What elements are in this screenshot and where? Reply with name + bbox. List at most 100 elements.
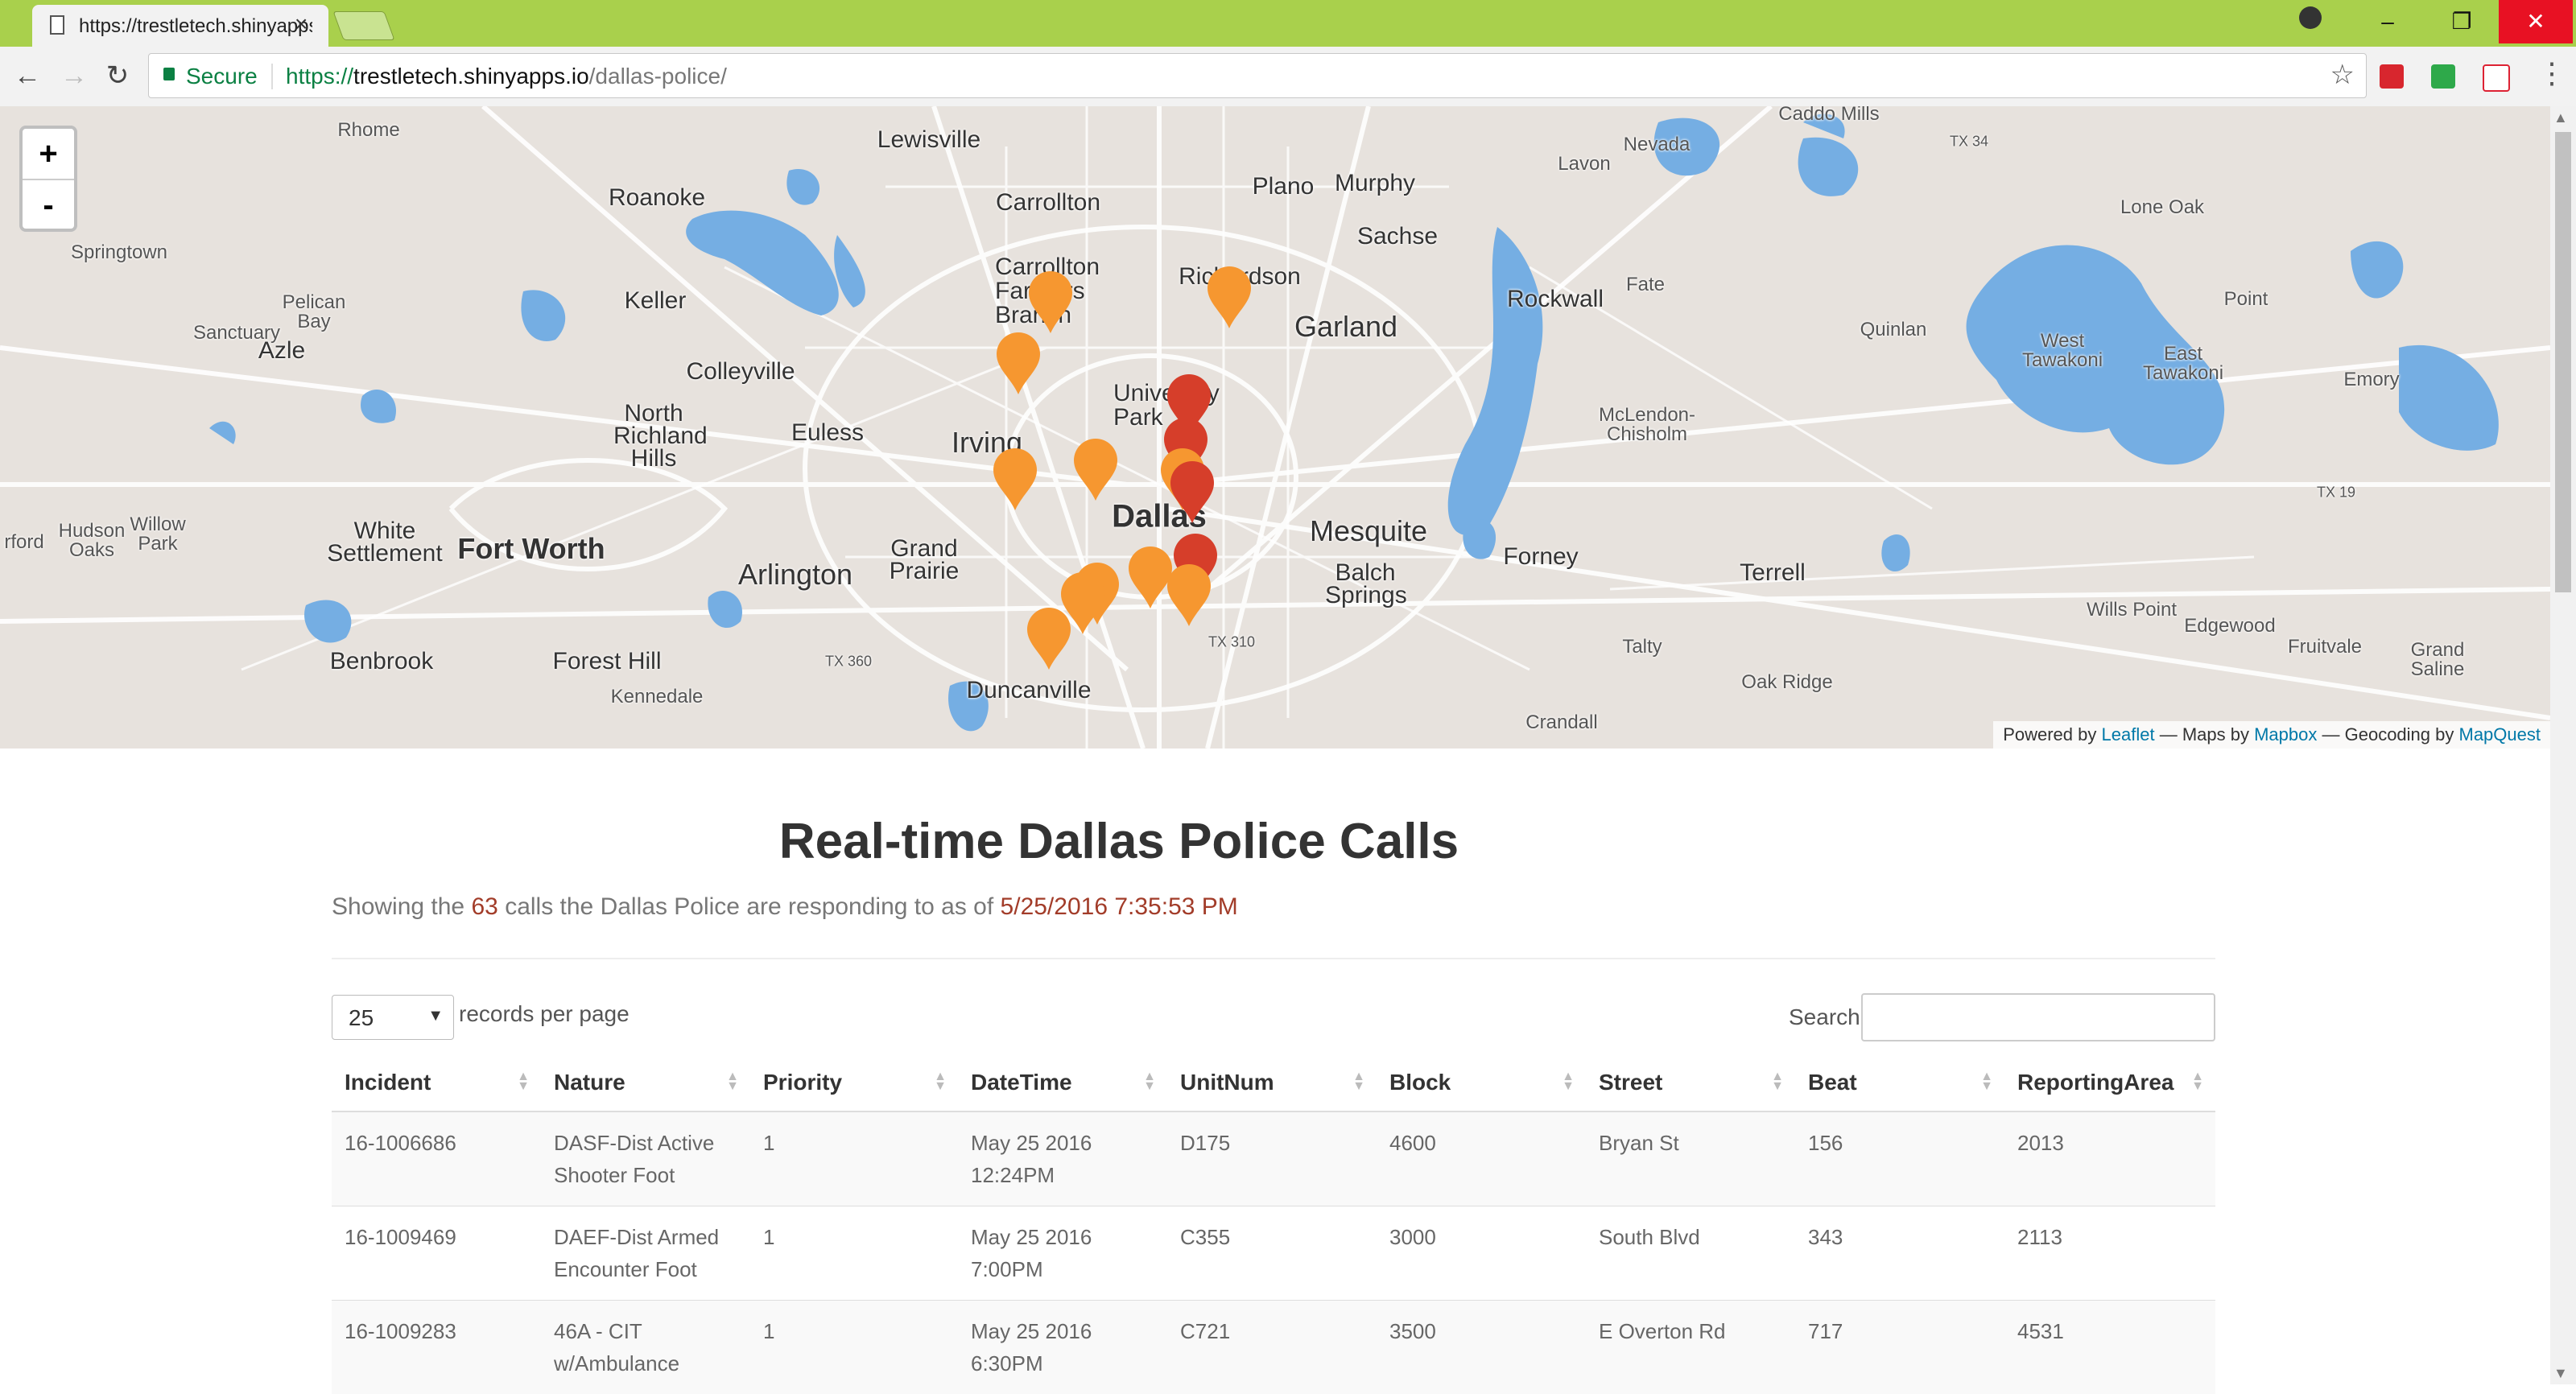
- cell-street: E Overton Rd: [1586, 1301, 1795, 1394]
- place-label: Rockwall: [1507, 286, 1604, 313]
- table-row[interactable]: 16-1009283 46A - CIT w/Ambulance 1 May 2…: [332, 1301, 2215, 1394]
- place-label: Edgewood: [2184, 615, 2275, 637]
- cell-nature: 46A - CIT w/Ambulance: [541, 1301, 750, 1394]
- search-input[interactable]: [1861, 993, 2215, 1041]
- secure-label: Secure: [186, 64, 258, 89]
- place-label: Terrell: [1740, 559, 1806, 587]
- cell-priority: 1: [750, 1206, 958, 1301]
- cell-datetime: May 25 2016 6:30PM: [958, 1301, 1167, 1394]
- map[interactable]: Rhome Lewisville Caddo Mills Nevada Lavo…: [0, 106, 2550, 749]
- place-label: Grand Prairie: [884, 538, 964, 583]
- scrollbar-thumb[interactable]: [2555, 132, 2571, 592]
- column-header-label: Block: [1389, 1070, 1451, 1095]
- subtitle-text: Showing the: [332, 893, 464, 920]
- place-label: Willow Park: [126, 515, 190, 554]
- extension-lastpass-icon[interactable]: [2380, 64, 2404, 89]
- cell-beat: 343: [1795, 1206, 2004, 1301]
- extension-pdf-icon[interactable]: [2483, 64, 2510, 92]
- call-marker-orange[interactable]: [995, 332, 1042, 396]
- browser-menu-icon[interactable]: ⋮: [2537, 56, 2566, 90]
- place-label: Fate: [1626, 274, 1665, 296]
- call-marker-red[interactable]: [1169, 460, 1216, 525]
- cell-incident: 16-1009469: [332, 1206, 541, 1301]
- reload-icon[interactable]: ↻: [100, 58, 135, 93]
- table-row[interactable]: 16-1009469 DAEF-Dist Armed Encounter Foo…: [332, 1206, 2215, 1301]
- call-marker-orange[interactable]: [1166, 563, 1212, 628]
- place-label: Carrollton: [996, 189, 1100, 217]
- column-header-block[interactable]: Block▲▼: [1377, 1054, 1586, 1111]
- page-icon: [50, 15, 64, 35]
- column-header-beat[interactable]: Beat▲▼: [1795, 1054, 2004, 1111]
- profile-icon[interactable]: [2299, 6, 2322, 29]
- column-header-incident[interactable]: Incident▲▼: [332, 1054, 541, 1111]
- column-header-label: Beat: [1808, 1070, 1857, 1095]
- zoom-out-button[interactable]: -: [23, 180, 74, 230]
- browser-tab[interactable]: https://trestletech.shinyapps.io/dallas-…: [32, 5, 328, 47]
- page-length-value: 25: [349, 1005, 374, 1030]
- call-marker-orange[interactable]: [1206, 266, 1253, 330]
- scroll-down-arrow-icon[interactable]: ▼: [2553, 1365, 2568, 1382]
- update-timestamp: 5/25/2016 7:35:53 PM: [1001, 893, 1238, 920]
- place-label: West Tawakoni: [2018, 332, 2107, 370]
- column-header-nature[interactable]: Nature▲▼: [541, 1054, 750, 1111]
- place-label: Grand Saline: [2401, 641, 2474, 679]
- place-label: Roanoke: [609, 184, 705, 212]
- page-length-select[interactable]: 25 ▼: [332, 995, 454, 1040]
- mapquest-link[interactable]: MapQuest: [2459, 724, 2541, 744]
- place-label: Hudson Oaks: [56, 522, 128, 560]
- mapbox-link[interactable]: Mapbox: [2254, 724, 2317, 744]
- minimize-button[interactable]: –: [2351, 0, 2425, 43]
- place-label: North Richland Hills: [613, 402, 694, 470]
- zoom-in-button[interactable]: +: [23, 129, 74, 180]
- url-host: trestletech.shinyapps.io: [353, 64, 589, 89]
- place-label: Plano: [1253, 173, 1315, 200]
- leaflet-link[interactable]: Leaflet: [2102, 724, 2155, 744]
- window-close-button[interactable]: ✕: [2499, 0, 2573, 43]
- cell-street: Bryan St: [1586, 1111, 1795, 1206]
- cell-nature: DAEF-Dist Armed Encounter Foot: [541, 1206, 750, 1301]
- column-header-unitnum[interactable]: UnitNum▲▼: [1167, 1054, 1377, 1111]
- scroll-up-arrow-icon[interactable]: ▲: [2553, 109, 2568, 126]
- tab-close-icon[interactable]: ×: [295, 11, 308, 37]
- extension-sheets-icon[interactable]: [2431, 64, 2455, 89]
- place-label: Oak Ridge: [1741, 671, 1832, 694]
- column-header-priority[interactable]: Priority▲▼: [750, 1054, 958, 1111]
- back-icon[interactable]: ←: [10, 58, 45, 93]
- url-text[interactable]: https://trestletech.shinyapps.io/dallas-…: [286, 64, 727, 89]
- forward-icon[interactable]: →: [56, 58, 92, 93]
- cell-unitnum: D175: [1167, 1111, 1377, 1206]
- place-label: Wills Point: [2087, 599, 2177, 621]
- place-label: Quinlan: [1860, 319, 1927, 341]
- url-path: /dallas-police/: [589, 64, 727, 89]
- cell-reportingarea: 4531: [2004, 1301, 2215, 1394]
- maximize-button[interactable]: ❐: [2425, 0, 2499, 43]
- place-label: Lone Oak: [2120, 196, 2204, 219]
- tab-title: https://trestletech.shinyapps.io/dallas-…: [79, 15, 312, 38]
- call-marker-orange[interactable]: [1072, 438, 1119, 502]
- column-header-label: Nature: [554, 1070, 625, 1095]
- call-count: 63: [471, 893, 497, 920]
- new-tab-button[interactable]: [332, 11, 394, 40]
- place-label: McLendon-Chisholm: [1591, 406, 1703, 444]
- browser-titlebar: https://trestletech.shinyapps.io/dallas-…: [0, 0, 2576, 47]
- table-row[interactable]: 16-1006686 DASF-Dist Active Shooter Foot…: [332, 1111, 2215, 1206]
- place-label: Kennedale: [611, 686, 704, 708]
- call-marker-orange[interactable]: [1027, 270, 1074, 335]
- column-header-street[interactable]: Street▲▼: [1586, 1054, 1795, 1111]
- place-label: Azle: [258, 337, 305, 365]
- place-label: White Settlement: [324, 520, 445, 565]
- place-label: Garland: [1294, 310, 1397, 344]
- browser-toolbar: ← → ↻ Secure https://trestletech.shinyap…: [0, 47, 2576, 107]
- column-header-reportingarea[interactable]: ReportingArea▲▼: [2004, 1054, 2215, 1111]
- call-marker-orange[interactable]: [992, 447, 1038, 512]
- bookmark-star-icon[interactable]: ☆: [2330, 59, 2355, 91]
- column-header-label: ReportingArea: [2017, 1070, 2174, 1095]
- url-scheme: https://: [286, 64, 353, 89]
- place-label: Fort Worth: [457, 532, 605, 566]
- column-header-label: Incident: [345, 1070, 431, 1095]
- address-bar[interactable]: Secure https://trestletech.shinyapps.io/…: [148, 53, 2367, 98]
- cell-datetime: May 25 2016 12:24PM: [958, 1111, 1167, 1206]
- page-title: Real-time Dallas Police Calls: [332, 813, 1906, 870]
- column-header-datetime[interactable]: DateTime▲▼: [958, 1054, 1167, 1111]
- call-marker-orange[interactable]: [1026, 607, 1072, 671]
